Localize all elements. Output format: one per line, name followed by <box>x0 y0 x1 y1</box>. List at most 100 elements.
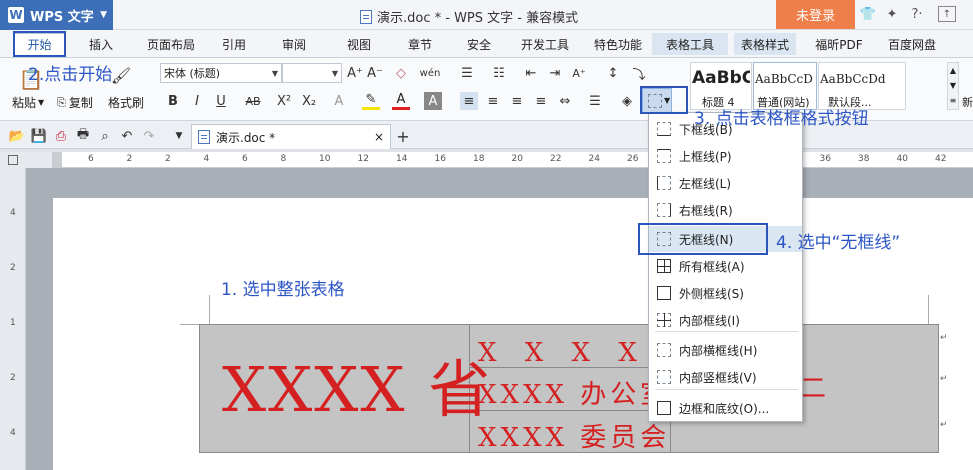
decrease-font-icon[interactable]: A⁻ <box>366 64 384 82</box>
save-icon[interactable]: 💾 <box>30 127 48 145</box>
annotation-step2: 2.点击开始 <box>28 65 113 85</box>
tab-5[interactable]: 视图 <box>335 33 383 55</box>
menu-separator <box>655 389 798 390</box>
annotation-box-no-border <box>638 223 768 255</box>
close-tab-icon[interactable]: × <box>374 130 384 144</box>
new-tab-icon[interactable]: + <box>394 127 412 146</box>
tab-8[interactable]: 开发工具 <box>512 33 578 55</box>
superscript-icon[interactable]: X² <box>275 92 293 110</box>
horizontal-ruler[interactable]: 6224681012141618202224262830323436384042 <box>52 152 973 168</box>
show-marks-icon[interactable]: ⤵ <box>630 64 648 83</box>
tab-7[interactable]: 安全 <box>456 33 502 55</box>
annotation-step3: 3. 点击表格框格式按钮 <box>694 109 869 129</box>
ruler-tick: 6 <box>88 154 94 164</box>
border-menu-item[interactable]: 内部框线(I) <box>649 307 802 333</box>
distributed-icon[interactable]: ⇔ <box>556 92 574 110</box>
app-name: WPS 文字 <box>30 9 94 25</box>
print-preview-icon[interactable]: ⌕ <box>96 127 114 145</box>
paste-button[interactable]: 粘贴 ▼ <box>12 94 44 111</box>
tab-3[interactable]: 引用 <box>210 33 258 55</box>
align-right-icon[interactable]: ≡ <box>508 92 526 110</box>
increase-font-icon[interactable]: A⁺ <box>346 64 364 82</box>
table-cell-row2: XXXX 办公室 <box>478 380 648 410</box>
align-left-icon[interactable]: ≡ <box>460 92 478 110</box>
redo-icon[interactable]: ↷ <box>140 127 158 145</box>
border-menu-item[interactable]: 上框线(P) <box>649 143 802 169</box>
font-name-select[interactable]: 宋体 (标题) ▼ <box>160 63 282 83</box>
open-folder-icon[interactable]: 📂 <box>8 127 26 145</box>
font-color-icon[interactable]: A <box>392 92 410 110</box>
export-pdf-icon[interactable]: ⎙ <box>52 127 70 145</box>
tab-2[interactable]: 页面布局 <box>138 33 204 55</box>
copy-label: 复制 <box>68 96 93 110</box>
tab-stop-icon[interactable] <box>8 155 18 165</box>
sort-icon[interactable]: ↕ <box>604 64 622 82</box>
tab-12[interactable]: 福昕PDF <box>808 33 870 55</box>
new-style-label[interactable]: 新 <box>962 94 973 110</box>
ruler-tick: 14 <box>396 154 408 164</box>
highlight-icon[interactable]: ✎ <box>362 92 380 110</box>
help-icon[interactable]: ?· <box>906 6 928 22</box>
underline-icon[interactable]: U <box>212 92 230 110</box>
italic-icon[interactable]: I <box>188 92 206 110</box>
bold-icon[interactable]: B <box>164 92 182 110</box>
text-direction-icon[interactable]: A⁺ <box>570 64 588 82</box>
app-menu-button[interactable]: W WPS 文字 ▼ <box>0 0 113 30</box>
border-style-icon <box>657 122 671 136</box>
customize-qat-icon[interactable]: ▼ <box>170 127 188 145</box>
align-center-icon[interactable]: ≡ <box>484 92 502 110</box>
ruler-tick: 10 <box>319 154 331 164</box>
border-menu-item[interactable]: 外侧框线(S) <box>649 280 802 306</box>
bullets-icon[interactable]: ☰ <box>458 64 476 82</box>
clear-format-icon[interactable]: ◇ <box>392 64 410 82</box>
border-menu-item[interactable]: 边框和底纹(O)... <box>649 395 802 421</box>
menu-separator <box>655 331 798 332</box>
chevron-down-icon: ▼ <box>271 68 279 78</box>
border-menu-item[interactable]: 所有框线(A) <box>649 253 802 279</box>
style-gallery-scroll[interactable]: ▲ ▼ ≡ <box>947 62 959 110</box>
print-icon[interactable]: 🖶 <box>74 127 92 145</box>
border-style-icon <box>657 313 671 327</box>
font-size-select[interactable]: ▼ <box>282 63 342 83</box>
tab-6[interactable]: 章节 <box>396 33 444 55</box>
shading-bucket-icon[interactable]: ◈ <box>618 92 636 110</box>
document-tab[interactable]: 演示.doc * × <box>191 124 391 149</box>
document-icon <box>198 130 210 144</box>
tab-9[interactable]: 特色功能 <box>584 33 652 55</box>
style-preview: AaBbCcD <box>755 72 813 86</box>
vertical-ruler[interactable]: 4 2 1 2 4 <box>0 168 26 470</box>
tab-1[interactable]: 插入 <box>78 33 124 55</box>
numbering-icon[interactable]: ☷ <box>490 64 508 82</box>
border-menu-label: 内部框线(I) <box>679 313 740 328</box>
chat-icon[interactable]: ✦ <box>884 6 900 22</box>
undo-icon[interactable]: ↶ <box>118 127 136 145</box>
increase-indent-icon[interactable]: ⇥ <box>546 64 564 82</box>
login-button[interactable]: 未登录 <box>776 0 855 29</box>
char-shading-icon[interactable]: A <box>424 92 442 110</box>
tab-11[interactable]: 表格样式 <box>734 33 796 55</box>
border-dropdown-menu: 下框线(B) 上框线(P) 左框线(L) 右框线(R) 无框线(N) 所有框线(A) 外侧框… <box>648 112 803 422</box>
border-menu-item[interactable]: 左框线(L) <box>649 170 802 196</box>
copy-button[interactable]: ⎘ 复制 <box>57 94 93 111</box>
tab-10[interactable]: 表格工具 <box>652 33 728 55</box>
border-menu-item[interactable]: 右框线(R) <box>649 197 802 223</box>
restore-window-icon[interactable]: ↑ <box>938 6 956 22</box>
decrease-indent-icon[interactable]: ⇤ <box>522 64 540 82</box>
tab-4[interactable]: 审阅 <box>270 33 318 55</box>
text-effect-icon[interactable]: A <box>330 92 348 110</box>
border-menu-item[interactable]: 内部竖框线(V) <box>649 364 802 390</box>
format-painter-icon[interactable]: 🖌 <box>111 66 131 85</box>
subscript-icon[interactable]: X₂ <box>300 92 318 110</box>
phonetic-icon[interactable]: wén <box>416 64 444 82</box>
justify-icon[interactable]: ≡ <box>532 92 550 110</box>
line-spacing-icon[interactable]: ☰ <box>586 92 604 110</box>
window-title: 演示.doc * - WPS 文字 - 兼容模式 <box>360 7 578 26</box>
format-painter-button[interactable]: 格式刷 <box>108 94 144 111</box>
strikethrough-icon[interactable]: AB <box>242 92 264 110</box>
tab-13[interactable]: 百度网盘 <box>877 33 947 55</box>
window-title-text: 演示.doc * - WPS 文字 - 兼容模式 <box>377 11 579 26</box>
row-end-mark: ↵ <box>940 420 948 430</box>
shirt-icon[interactable]: 👕 <box>860 6 876 22</box>
chevron-down-icon: ▼ <box>331 68 339 78</box>
border-menu-item[interactable]: 内部横框线(H) <box>649 337 802 363</box>
